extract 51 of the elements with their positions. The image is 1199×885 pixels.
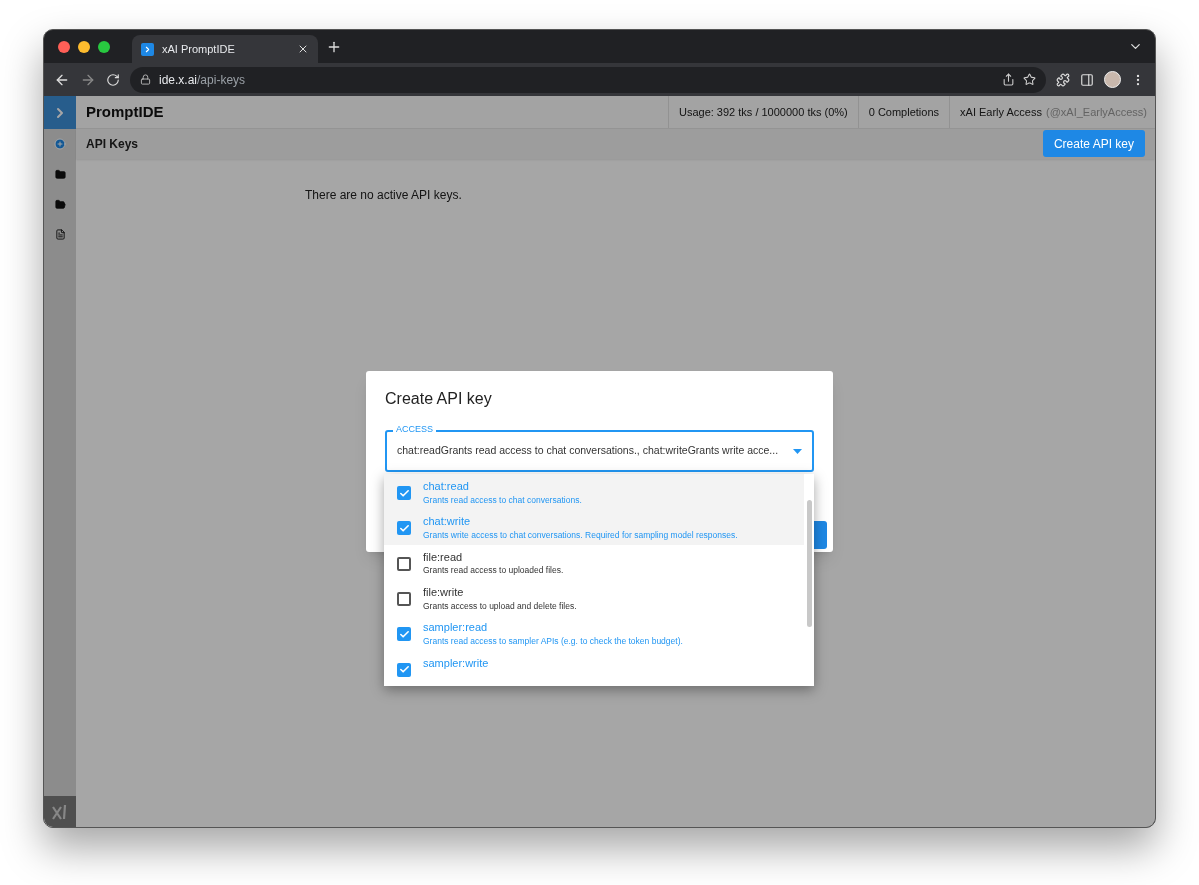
extensions-icon[interactable]: [1056, 72, 1070, 87]
usage-text: Usage: 392 tks / 1000000 tks (0%): [667, 96, 858, 128]
reload-icon[interactable]: [106, 72, 120, 87]
side-panel-icon[interactable]: [1080, 72, 1094, 87]
option-name: sampler:write: [423, 656, 489, 671]
option-name: chat:write: [423, 515, 472, 530]
account-handle: (@xAI_EarlyAccess): [1045, 104, 1148, 120]
option-name: chat:read: [423, 480, 470, 494]
option-name: file:write: [423, 586, 465, 600]
empty-message: There are no active API keys.: [305, 188, 462, 202]
url-text: ide.x.ai/api-keys: [159, 71, 247, 89]
scrollbar[interactable]: [804, 474, 814, 686]
tab-title: xAI PromptIDE: [162, 41, 236, 57]
folder-icon[interactable]: [54, 169, 66, 180]
checkbox[interactable]: [397, 521, 411, 536]
create-api-key-button[interactable]: Create API key: [1042, 130, 1145, 157]
share-icon[interactable]: [1002, 73, 1015, 86]
checkbox[interactable]: [397, 662, 411, 677]
lock-icon: [140, 74, 151, 85]
checkbox[interactable]: [397, 592, 411, 606]
field-label: ACCESS: [393, 424, 436, 434]
option-name: file:read: [423, 550, 464, 565]
checkbox[interactable]: [397, 627, 411, 642]
check-icon: [398, 522, 410, 534]
option-description: Grants read access to chat conversations.: [423, 494, 582, 506]
document-icon[interactable]: [54, 229, 66, 240]
profile-avatar[interactable]: [1104, 71, 1121, 88]
checkbox[interactable]: [397, 486, 411, 500]
page-title: API Keys: [86, 136, 139, 153]
xai-logo-icon: [51, 802, 69, 821]
account-name: xAI Early Access: [949, 96, 1046, 128]
option-name: sampler:read: [423, 621, 489, 636]
dialog-title: Create API key: [385, 389, 493, 409]
checkbox[interactable]: [397, 556, 411, 571]
option-description: Grants read access to sampler APIs (e.g. to check the token budget).: [423, 636, 683, 647]
bookmark-star-icon[interactable]: [1023, 73, 1036, 86]
check-icon: [398, 487, 410, 499]
browser-tab[interactable]: xAI PromptIDE: [132, 35, 318, 63]
close-tab-icon[interactable]: [297, 43, 309, 55]
option-description: Grants read access to uploaded files.: [423, 565, 564, 577]
completions-text: 0 Completions: [857, 96, 950, 128]
select-value: chat:readGrants read access to chat conversations., chat:writeGrants write acce...: [397, 443, 780, 459]
option-description: Grants access to upload and delete files.: [423, 600, 577, 612]
address-bar[interactable]: ide.x.ai/api-keys: [130, 66, 1046, 93]
check-icon: [398, 628, 410, 640]
shared-folder-icon[interactable]: [54, 199, 66, 210]
dropdown-caret-icon: [793, 448, 802, 454]
tab-favicon-icon: [141, 42, 154, 56]
app-title: PromptIDE: [85, 101, 165, 122]
option-description: Grants write access to chat conversations. Required for sampling model responses.: [423, 530, 738, 541]
new-prompt-icon[interactable]: [54, 138, 66, 150]
